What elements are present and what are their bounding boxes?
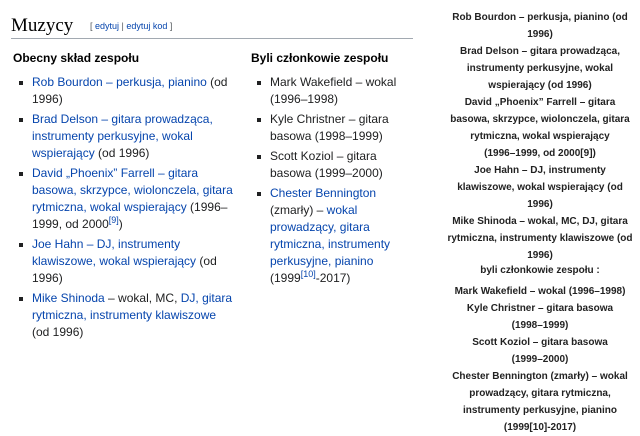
list-item: Rob Bourdon – perkusja, pianino (od 1996…	[19, 74, 233, 108]
text-line: Mark Wakefield – wokal (1996–1998)	[454, 286, 626, 297]
years-close: -2017)	[315, 271, 351, 285]
list-item: David „Phoenix” Farrell – gitara basowa,…	[19, 165, 233, 233]
list-item: Kyle Christner – gitara basowa (1998–199…	[257, 111, 421, 145]
text-line: klawiszowe, wokal wspierający (od	[457, 182, 623, 193]
separator: –	[83, 237, 97, 251]
separator: –	[154, 166, 169, 180]
current-members-list: Rob Bourdon – perkusja, pianino (od 1996…	[13, 74, 233, 341]
text-line: basowa, skrzypce, wiolonczela, gitara	[450, 114, 630, 125]
separator: (zmarły) –	[270, 203, 327, 217]
text-line: (1999–2000)	[511, 354, 569, 365]
text-line: David „Phoenix” Farrell – gitara	[464, 97, 616, 108]
current-lineup-text: Rob Bourdon – perkusja, pianino (od 1996)…	[440, 9, 640, 264]
years-close: )	[118, 217, 123, 231]
section-title: Muzycy	[11, 15, 74, 36]
text-line: (1996–1999, od 2000[9])	[484, 148, 596, 159]
text-line: (1998–1999)	[511, 320, 569, 331]
text-line: instrumenty perkusyjne, pianino	[463, 405, 617, 416]
list-item: Chester Bennington (zmarły) – wokal prow…	[257, 185, 421, 287]
separator: – wokal, MC,	[104, 291, 181, 305]
roles-link[interactable]: perkusja, pianino	[116, 75, 207, 89]
text-line: Scott Koziol – gitara basowa	[472, 337, 608, 348]
text-line: Mike Shinoda – wokal, MC, DJ, gitara	[452, 216, 628, 227]
member-link-chester-bennington[interactable]: Chester Bennington	[270, 186, 376, 200]
section-heading: Muzycy [ edytuj | edytuj kod ]	[11, 12, 413, 39]
edit-bracket-close: ]	[167, 21, 173, 31]
text-line: Chester Bennington (zmarły) – wokal	[452, 371, 628, 382]
reference-link-10[interactable]: [10]	[301, 269, 316, 279]
former-members-list: Mark Wakefield – wokal (1996–1998) Kyle …	[251, 74, 421, 287]
text-line: 1996)	[527, 29, 553, 40]
text-line: Rob Bourdon – perkusja, pianino (od	[452, 12, 628, 23]
list-item: Joe Hahn – DJ, instrumenty klawiszowe, w…	[19, 236, 233, 287]
text-line: wspierający (od 1996)	[488, 80, 592, 91]
years: (od 1996)	[94, 146, 150, 160]
list-item: Mark Wakefield – wokal (1996–1998)	[257, 74, 421, 108]
member-link-mike-shinoda[interactable]: Mike Shinoda	[32, 291, 105, 305]
current-lineup-heading: Obecny skład zespołu	[13, 51, 140, 65]
text-line: 1996)	[527, 199, 553, 210]
reference-link-9[interactable]: [9]	[109, 215, 119, 225]
text-line: prowadzący, gitara rytmiczna,	[469, 388, 611, 399]
years: (1999	[270, 271, 301, 285]
separator: –	[102, 75, 117, 89]
separator: –	[98, 112, 112, 126]
former-lineup-text: Mark Wakefield – wokal (1996–1998) Kyle C…	[440, 283, 640, 436]
text-line: rytmiczna, instrumenty klawiszowe (od	[447, 233, 633, 244]
member-link-david-farrell[interactable]: David „Phoenix” Farrell	[32, 166, 155, 180]
edit-section-links: [ edytuj | edytuj kod ]	[90, 21, 172, 31]
member-link-brad-delson[interactable]: Brad Delson	[32, 112, 98, 126]
wiki-article-section: Muzycy [ edytuj | edytuj kod ] Obecny sk…	[0, 0, 420, 427]
former-members-column: Byli członkowie zespołu Mark Wakefield –…	[251, 50, 421, 290]
text-line: Brad Delson – gitara prowadząca,	[459, 46, 621, 57]
former-members-heading: Byli członkowie zespołu	[251, 51, 389, 65]
edit-link[interactable]: edytuj	[95, 21, 119, 31]
member-link-joe-hahn[interactable]: Joe Hahn	[32, 237, 83, 251]
member-link-rob-bourdon[interactable]: Rob Bourdon	[32, 75, 103, 89]
text-line: (1999[10]-2017)	[503, 422, 577, 433]
years: (od 1996)	[32, 325, 84, 339]
text-line: Joe Hahn – DJ, instrumenty	[474, 165, 606, 176]
former-lineup-heading: byli członkowie zespołu :	[480, 265, 600, 276]
text-line: instrumenty perkusyjne, wokal	[466, 63, 614, 74]
text-line: Kyle Christner – gitara basowa	[466, 303, 614, 314]
list-item: Scott Koziol – gitara basowa (1999–2000)	[257, 148, 421, 182]
current-lineup-column: Obecny skład zespołu Rob Bourdon – perku…	[13, 50, 233, 344]
list-item: Mike Shinoda – wokal, MC, DJ, gitara ryt…	[19, 290, 233, 341]
text-line: rytmiczna, wokal wspierający	[470, 131, 610, 142]
edit-code-link[interactable]: edytuj kod	[126, 21, 167, 31]
list-item: Brad Delson – gitara prowadząca, instrum…	[19, 111, 233, 162]
plain-text-lineup: Rob Bourdon – perkusja, pianino (od 1996)…	[440, 0, 640, 433]
